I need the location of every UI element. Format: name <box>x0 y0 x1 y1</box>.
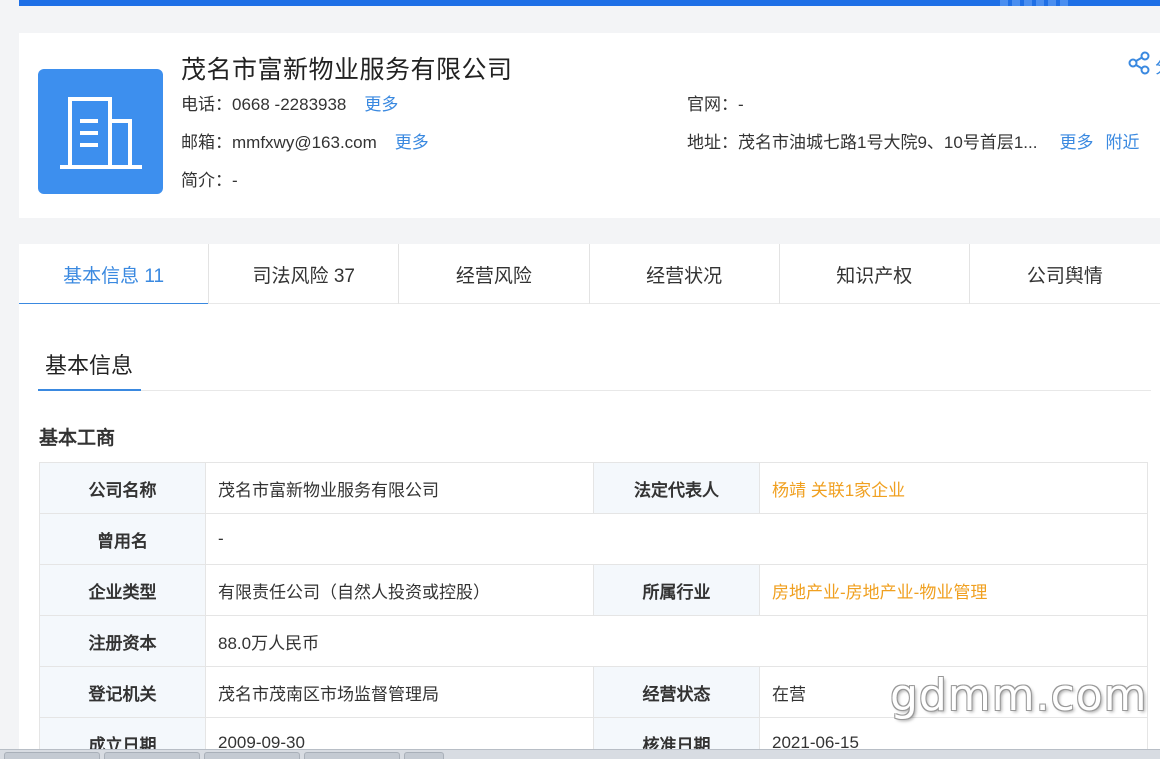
website-value: - <box>738 95 744 114</box>
legal-rep-link[interactable]: 杨靖 关联1家企业 <box>759 462 1148 514</box>
email-row: 邮箱：mmfxwy@163.com 更多 <box>181 128 429 153</box>
table-row: 曾用名 - <box>39 513 1148 565</box>
industry-link[interactable]: 房地产业-房地产业-物业管理 <box>759 564 1148 616</box>
taskbar-button[interactable] <box>4 752 100 759</box>
table-value: 茂名市富新物业服务有限公司 <box>205 462 594 514</box>
table-row: 注册资本 88.0万人民币 <box>39 615 1148 667</box>
tab-business-status[interactable]: 经营状况 <box>590 244 780 304</box>
taskbar-button[interactable] <box>304 752 400 759</box>
tab-bar: 基本信息 11 司法风险 37 经营风险 经营状况 知识产权 公司舆情 <box>19 244 1160 305</box>
table-key: 经营状态 <box>593 666 760 718</box>
address-label: 地址： <box>687 133 738 152</box>
website-row: 官网：- <box>687 90 744 115</box>
subsection-title: 基本工商 <box>39 428 116 449</box>
share-label[interactable]: 分 <box>1155 53 1160 79</box>
tab-judicial-risk[interactable]: 司法风险 37 <box>209 244 400 304</box>
taskbar-button[interactable] <box>404 752 444 759</box>
table-key: 曾用名 <box>39 513 206 565</box>
table-key: 企业类型 <box>39 564 206 616</box>
building-icon <box>60 97 142 169</box>
browser-top-bar <box>19 0 1160 6</box>
section-divider <box>38 390 1151 391</box>
section-title: 基本信息 <box>45 353 134 378</box>
tab-business-risk[interactable]: 经营风险 <box>399 244 590 304</box>
address-value: 茂名市油城七路1号大院9、10号首层1... <box>738 133 1038 152</box>
section-title-underline <box>38 389 141 391</box>
taskbar-button[interactable] <box>104 752 200 759</box>
table-key: 注册资本 <box>39 615 206 667</box>
tab-basic-info[interactable]: 基本信息 11 <box>19 244 210 305</box>
table-key: 法定代表人 <box>593 462 760 514</box>
table-key: 公司名称 <box>39 462 206 514</box>
address-more-link[interactable]: 更多 <box>1059 133 1093 152</box>
phone-row: 电话：0668 -2283938 更多 <box>181 90 398 115</box>
intro-label: 简介： <box>181 171 232 190</box>
tab-intellectual-property[interactable]: 知识产权 <box>780 244 970 304</box>
website-label: 官网： <box>687 95 738 114</box>
intro-value: - <box>232 171 238 190</box>
table-value: 茂名市茂南区市场监督管理局 <box>205 666 594 718</box>
table-value: - <box>205 513 1148 565</box>
phone-value: 0668 -2283938 <box>232 95 347 114</box>
email-label: 邮箱： <box>181 133 232 152</box>
table-key: 所属行业 <box>593 564 760 616</box>
table-value: 88.0万人民币 <box>205 615 1148 667</box>
email-more-link[interactable]: 更多 <box>395 133 429 152</box>
nearby-link[interactable]: 附近 <box>1105 133 1139 152</box>
phone-more-link[interactable]: 更多 <box>364 95 398 114</box>
table-row: 公司名称 茂名市富新物业服务有限公司 法定代表人 杨靖 关联1家企业 <box>39 462 1148 514</box>
table-key: 登记机关 <box>39 666 206 718</box>
company-name-title: 茂名市富新物业服务有限公司 <box>181 56 513 84</box>
phone-label: 电话： <box>181 95 232 114</box>
email-value: mmfxwy@163.com <box>232 133 377 152</box>
table-value: 有限责任公司（自然人投资或控股） <box>205 564 594 616</box>
intro-row: 简介：- <box>181 166 238 191</box>
top-bar-dots <box>1000 0 1070 6</box>
address-row: 地址：茂名市油城七路1号大院9、10号首层1... 更多 附近 <box>687 128 1139 153</box>
watermark-logo: gdmm.com <box>890 670 1148 721</box>
share-icon[interactable] <box>1126 50 1152 76</box>
company-header-card: 茂名市富新物业服务有限公司 分 电话：0668 -2283938 更多 邮箱：mm… <box>19 33 1160 218</box>
taskbar-button[interactable] <box>204 752 300 759</box>
tab-public-opinion[interactable]: 公司舆情 <box>970 244 1160 304</box>
taskbar <box>0 749 1160 759</box>
table-row: 企业类型 有限责任公司（自然人投资或控股） 所属行业 房地产业-房地产业-物业管… <box>39 564 1148 616</box>
company-logo <box>38 69 163 194</box>
